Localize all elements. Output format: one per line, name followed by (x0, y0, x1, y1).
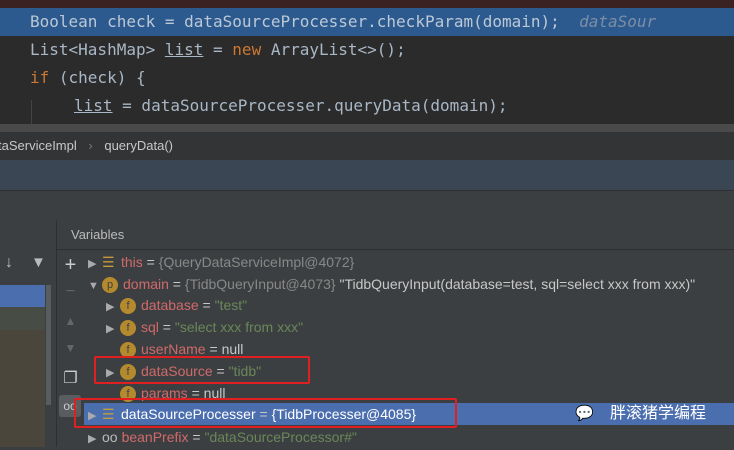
add-watch-icon[interactable]: + (57, 254, 84, 277)
frames-panel: ↓ ▼ (0, 220, 57, 447)
expand-icon[interactable]: ▶ (106, 318, 120, 340)
move-down-icon[interactable]: ▼ (57, 341, 84, 355)
remove-watch-icon[interactable]: − (57, 283, 84, 301)
code-line[interactable]: if (check) { (30, 64, 146, 92)
breadcrumb: taServiceImpl › queryData() (0, 132, 734, 160)
debug-tabs (0, 190, 734, 220)
variable-row[interactable]: ▶ oo beanPrefix = "dataSourceProcessor#" (84, 426, 734, 448)
variables-header: Variables (57, 220, 734, 250)
watch-icon: oo (102, 429, 118, 445)
field-bars-icon: ☰ (102, 254, 115, 270)
frame-selected[interactable] (0, 285, 45, 307)
filter-icon[interactable]: ▼ (31, 254, 46, 271)
editor-scrollbar[interactable] (0, 124, 734, 132)
expand-icon[interactable]: ▶ (88, 253, 102, 275)
annotation-box-processer (74, 398, 457, 428)
inline-value-hint: dataSour (579, 12, 657, 31)
expand-icon[interactable]: ▶ (106, 296, 120, 318)
variable-row[interactable]: ▶ f sql = "select xxx from xxx" (106, 316, 734, 338)
breadcrumb-method[interactable]: queryData() (104, 138, 173, 153)
wechat-icon: 💬 (575, 405, 594, 422)
top-strip (0, 0, 734, 8)
parameter-icon: p (102, 277, 118, 294)
frame-list[interactable] (0, 330, 45, 447)
variable-row[interactable]: ▶ ☰ this = {QueryDataServiceImpl@4072} (84, 251, 734, 273)
code-line[interactable]: list = dataSourceProcesser.queryData(dom… (74, 92, 507, 120)
frames-scrollbar[interactable] (46, 285, 51, 405)
breadcrumb-separator: › (88, 138, 93, 153)
breadcrumb-class[interactable]: taServiceImpl (0, 138, 77, 153)
code-line[interactable]: List<HashMap> list = new ArrayList<>(); (30, 36, 406, 64)
collapse-icon[interactable]: ▼ (88, 275, 102, 297)
variable-row[interactable]: ▼ p domain = {TidbQueryInput@4073} "TidbQu… (84, 273, 734, 295)
field-icon: f (120, 320, 136, 337)
indent-guide (31, 100, 32, 124)
annotation-box-datasource (94, 356, 310, 384)
variable-row[interactable]: ▶ f database = "test" (106, 294, 734, 316)
copy-icon[interactable]: ❐ (57, 368, 84, 388)
debug-toolbar (0, 160, 734, 190)
code-line-current[interactable]: Boolean check = dataSourceProcesser.chec… (0, 8, 734, 36)
move-up-icon[interactable]: ▲ (57, 314, 84, 328)
field-icon: f (120, 298, 136, 315)
frame-item[interactable] (0, 307, 45, 330)
watermark: 胖滚猪学编程 (610, 405, 707, 422)
arrow-down-icon[interactable]: ↓ (5, 254, 13, 272)
code-editor[interactable]: Boolean check = dataSourceProcesser.chec… (0, 8, 734, 124)
